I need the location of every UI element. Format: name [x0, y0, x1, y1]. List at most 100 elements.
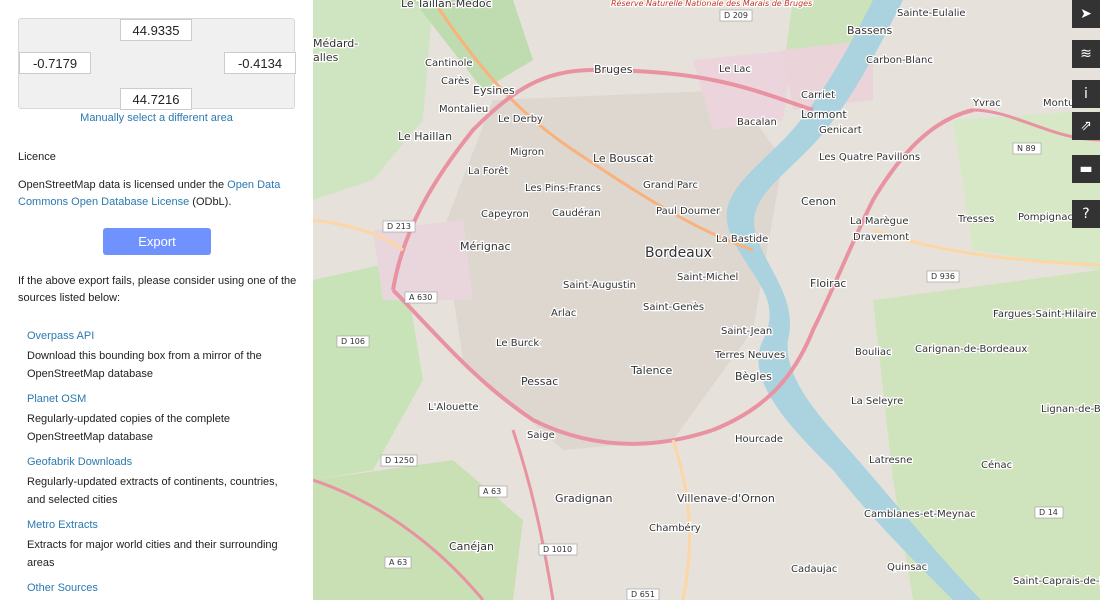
map-label: Mérignac	[460, 240, 511, 253]
svg-text:D 651: D 651	[631, 590, 655, 599]
source-description: Download this bounding box from a mirror…	[27, 350, 262, 380]
map-label: Arlac	[551, 308, 576, 319]
bounding-box-panel	[18, 18, 296, 110]
svg-text:D 213: D 213	[387, 222, 411, 231]
map-label: Réserve Naturelle Nationale des Marais d…	[611, 0, 812, 8]
map-label: Les Pins-Francs	[525, 183, 601, 194]
map-label: Le Burck	[496, 338, 539, 349]
north-latitude-input[interactable]	[120, 19, 192, 41]
source-item: Metro Extracts Extracts for major world …	[27, 518, 297, 572]
map-label: Yvrac	[972, 98, 1001, 109]
source-link-planet[interactable]: Planet OSM	[27, 392, 297, 407]
locate-icon[interactable]: ➤	[1072, 0, 1100, 28]
map-label: Migron	[510, 147, 544, 158]
road-shield: N 89	[1012, 142, 1042, 155]
map-label: Cénac	[981, 459, 1012, 471]
road-shield: A 63	[478, 485, 508, 498]
road-shield: A 630	[404, 291, 438, 304]
map-label: Talence	[630, 364, 672, 377]
map-label: Grand Parc	[643, 180, 698, 191]
map-label: Saint-Jean	[721, 326, 772, 337]
source-description: Regularly-updated extracts of continents…	[27, 476, 278, 506]
svg-text:D 1250: D 1250	[385, 456, 414, 465]
svg-text:D 14: D 14	[1039, 508, 1058, 517]
manual-select-area-link[interactable]: Manually select a different area	[0, 112, 313, 124]
map-label: Chambéry	[649, 522, 701, 534]
road-shield: D 106	[336, 335, 370, 348]
export-sidebar: Manually select a different area Licence…	[0, 0, 313, 600]
help-icon[interactable]: ?	[1072, 200, 1100, 228]
svg-text:D 936: D 936	[931, 272, 955, 281]
export-fail-text: If the above export fails, please consid…	[18, 275, 297, 304]
map-label: Gradignan	[555, 492, 613, 505]
map-label: Fargues-Saint-Hilaire	[993, 309, 1097, 320]
map-label: Cantinole	[425, 58, 473, 69]
map-label: Le Taillan-Médoc	[401, 0, 492, 10]
source-item: Other Sources	[27, 581, 297, 596]
map-label: Paul Doumer	[656, 206, 721, 217]
map-label: Lignan-de-Bordeaux	[1041, 404, 1100, 415]
map-label: Montalieu	[439, 104, 488, 115]
map-label: alles	[313, 51, 339, 64]
map-label: Médard-	[313, 37, 358, 50]
map-label: Saint-Michel	[677, 272, 738, 283]
map-label: Pessac	[521, 375, 558, 388]
map-label: Le Lac	[719, 64, 751, 75]
share-icon[interactable]: ⇗	[1072, 112, 1100, 140]
source-item: Overpass API Download this bounding box …	[27, 329, 297, 383]
licence-text: OpenStreetMap data is licensed under the…	[18, 177, 298, 211]
info-icon[interactable]: i	[1072, 80, 1100, 108]
road-shield: D 936	[926, 270, 960, 283]
map-label: Le Derby	[498, 114, 543, 125]
map-label: Bassens	[847, 24, 892, 37]
map-label: Bordeaux	[645, 245, 712, 261]
map-view[interactable]: Le Taillan-Médoc Médard- alles Cantinole…	[313, 0, 1100, 600]
licence-text-part: (ODbL).	[189, 196, 232, 208]
map-label: Le Bouscat	[593, 152, 654, 165]
map-label: Les Quatre Pavillons	[819, 152, 920, 163]
note-icon[interactable]: ▬	[1072, 155, 1100, 183]
map-label: L'Alouette	[428, 402, 479, 413]
west-longitude-input[interactable]	[19, 52, 91, 74]
source-item: Geofabrik Downloads Regularly-updated ex…	[27, 455, 297, 509]
map-label: La Marègue	[850, 215, 909, 227]
map-label: Bouliac	[855, 347, 892, 358]
map-label: Saint-Caprais-de-Bordeaux	[1013, 576, 1100, 587]
map-label: Villenave-d'Ornon	[677, 492, 775, 505]
road-shield: A 63	[384, 556, 412, 569]
map-label: Eysines	[473, 84, 515, 97]
map-canvas[interactable]: Le Taillan-Médoc Médard- alles Cantinole…	[313, 0, 1100, 600]
export-button[interactable]: Export	[103, 228, 211, 255]
map-label: Bègles	[735, 370, 772, 383]
east-longitude-input[interactable]	[224, 52, 296, 74]
map-label: Carignan-de-Bordeaux	[915, 344, 1027, 355]
map-label: Tresses	[957, 214, 994, 225]
road-shield: D 213	[382, 220, 416, 233]
south-latitude-input[interactable]	[120, 88, 192, 110]
map-label: Genicart	[819, 125, 862, 136]
map-label: Bruges	[594, 63, 633, 76]
map-label: Canéjan	[449, 540, 494, 553]
map-label: La Seleyre	[851, 396, 903, 407]
source-link-other[interactable]: Other Sources	[27, 581, 297, 596]
source-item: Planet OSM Regularly-updated copies of t…	[27, 392, 297, 446]
map-label: Pompignac	[1018, 212, 1073, 223]
layers-icon[interactable]: ≋	[1072, 40, 1100, 68]
map-label: Sainte-Eulalie	[897, 8, 966, 19]
source-description: Extracts for major world cities and thei…	[27, 539, 278, 569]
source-link-metro[interactable]: Metro Extracts	[27, 518, 297, 533]
svg-text:D 209: D 209	[724, 11, 748, 20]
road-shield: D 1250	[380, 454, 418, 467]
map-label: Le Haillan	[398, 130, 452, 143]
map-label: Caudéran	[552, 207, 601, 219]
source-link-geofabrik[interactable]: Geofabrik Downloads	[27, 455, 297, 470]
map-label: La Forêt	[468, 165, 508, 177]
map-label: Capeyron	[481, 209, 529, 220]
map-label: Carès	[441, 75, 469, 87]
svg-text:A 630: A 630	[409, 293, 432, 302]
map-label: Hourcade	[735, 434, 783, 445]
source-link-overpass[interactable]: Overpass API	[27, 329, 297, 344]
map-label: Lormont	[801, 108, 847, 121]
map-label: Saige	[527, 430, 555, 441]
licence-heading: Licence	[18, 151, 56, 163]
